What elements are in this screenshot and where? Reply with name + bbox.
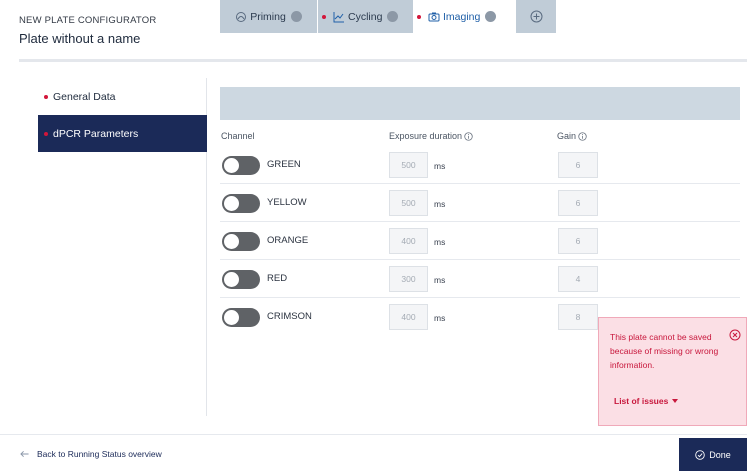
column-header-label: Exposure duration xyxy=(389,131,463,141)
issues-link-label: List of issues xyxy=(614,396,669,406)
column-header-channel: Channel xyxy=(221,131,255,141)
header-divider xyxy=(19,59,747,62)
unit-label: ms xyxy=(434,313,446,323)
gain-input[interactable]: 8 xyxy=(558,304,598,330)
channel-toggle[interactable] xyxy=(222,308,260,327)
channel-toggle[interactable] xyxy=(222,156,260,175)
exposure-input[interactable]: 400 xyxy=(389,228,428,254)
channel-row-green: GREEN 500 ms 6 xyxy=(220,146,740,184)
info-icon[interactable] xyxy=(464,131,473,141)
error-message: This plate cannot be saved because of mi… xyxy=(610,332,719,370)
toggle-knob xyxy=(224,310,239,325)
plate-configurator-page: NEW PLATE CONFIGURATOR Plate without a n… xyxy=(0,0,747,471)
tab-label: Cycling xyxy=(348,10,383,23)
back-link[interactable]: Back to Running Status overview xyxy=(20,449,162,459)
exposure-input[interactable]: 500 xyxy=(389,152,428,178)
channel-toggle[interactable] xyxy=(222,270,260,289)
list-of-issues-toggle[interactable]: List of issues xyxy=(614,396,679,406)
column-header-exposure: Exposure duration xyxy=(389,131,473,141)
channel-toggle[interactable] xyxy=(222,232,260,251)
close-circle-icon[interactable] xyxy=(729,329,741,341)
page-title[interactable]: Plate without a name xyxy=(19,31,140,46)
tab-priming[interactable]: Priming xyxy=(220,0,317,33)
check-circle-icon xyxy=(695,449,705,460)
tab-label: Imaging xyxy=(443,10,481,23)
arrow-left-icon xyxy=(20,450,29,458)
done-button-label: Done xyxy=(709,449,731,460)
page-supertitle: NEW PLATE CONFIGURATOR xyxy=(19,15,157,26)
sidebar-item-dpcr-parameters[interactable]: dPCR Parameters xyxy=(38,115,207,152)
caret-down-icon xyxy=(672,399,679,403)
channel-row-red: RED 300 ms 4 xyxy=(220,260,740,298)
tab-label: Priming xyxy=(250,10,286,23)
gain-input[interactable]: 6 xyxy=(558,228,598,254)
channel-name: YELLOW xyxy=(267,197,307,208)
gain-input[interactable]: 6 xyxy=(558,190,598,216)
toggle-knob xyxy=(224,158,239,173)
column-header-label: Gain xyxy=(557,131,577,141)
unit-label: ms xyxy=(434,161,446,171)
exposure-input[interactable]: 400 xyxy=(389,304,428,330)
sidebar-item-label: dPCR Parameters xyxy=(53,127,139,140)
sidebar-item-general-data[interactable]: General Data xyxy=(38,78,207,115)
gain-input[interactable]: 4 xyxy=(558,266,598,292)
sidebar-item-label: General Data xyxy=(53,90,116,103)
camera-icon xyxy=(428,12,440,21)
warning-dot xyxy=(44,94,48,99)
unit-label: ms xyxy=(434,237,446,247)
info-icon[interactable] xyxy=(578,131,587,141)
tab-cycling[interactable]: Cycling xyxy=(318,0,413,33)
column-header-label: Channel xyxy=(221,131,255,141)
warning-dot xyxy=(417,14,421,19)
exposure-input[interactable]: 500 xyxy=(389,190,428,216)
sidebar: General Data dPCR Parameters xyxy=(38,78,207,416)
priming-icon xyxy=(236,11,247,22)
footer-divider xyxy=(0,434,747,435)
plus-circle-icon xyxy=(530,10,542,23)
toggle-knob xyxy=(224,196,239,211)
tab-badge xyxy=(290,11,302,22)
done-button[interactable]: Done xyxy=(679,438,747,471)
channel-row-yellow: YELLOW 500 ms 6 xyxy=(220,184,740,222)
channel-name: CRIMSON xyxy=(267,311,312,322)
exposure-input[interactable]: 300 xyxy=(389,266,428,292)
channel-name: RED xyxy=(267,273,288,284)
channel-row-orange: ORANGE 400 ms 6 xyxy=(220,222,740,260)
unit-label: ms xyxy=(434,199,446,209)
unit-label: ms xyxy=(434,275,446,285)
tab-imaging[interactable]: Imaging xyxy=(414,0,515,33)
toggle-knob xyxy=(224,234,239,249)
column-header-gain: Gain xyxy=(557,131,587,141)
add-tab-button[interactable] xyxy=(516,0,556,33)
tab-badge xyxy=(485,11,497,22)
channel-name: ORANGE xyxy=(267,235,309,246)
toggle-knob xyxy=(224,272,239,287)
cycling-chart-icon xyxy=(333,11,344,22)
channel-name: GREEN xyxy=(267,159,301,170)
save-error-notification: This plate cannot be saved because of mi… xyxy=(598,317,747,426)
warning-dot xyxy=(44,131,48,136)
tab-bar xyxy=(220,87,740,120)
gain-input[interactable]: 6 xyxy=(558,152,598,178)
back-link-label: Back to Running Status overview xyxy=(37,449,162,459)
channel-toggle[interactable] xyxy=(222,194,260,213)
tab-badge xyxy=(387,11,399,22)
warning-dot xyxy=(322,14,326,19)
